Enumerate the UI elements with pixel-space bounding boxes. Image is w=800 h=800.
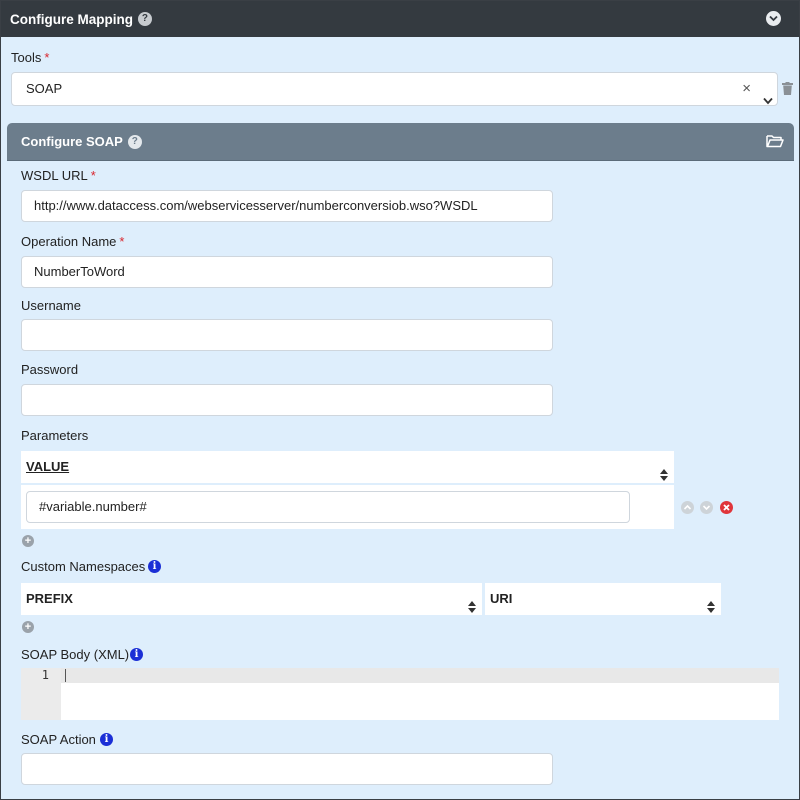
required-marker: * (44, 50, 50, 65)
text-cursor (65, 669, 66, 682)
soap-card-title: Configure SOAP (21, 134, 123, 149)
required-marker: * (119, 234, 125, 249)
soap-action-label: SOAP Action (21, 732, 96, 747)
collapse-chevron-icon[interactable] (766, 11, 781, 26)
parameters-label: Parameters (21, 428, 89, 443)
soap-body-label: SOAP Body (XML) (21, 647, 130, 662)
chevron-down-icon[interactable] (763, 85, 773, 117)
active-line-highlight (21, 668, 779, 683)
line-number: 1 (41, 668, 49, 682)
panel-title: Configure Mapping (10, 11, 133, 27)
password-label: Password (21, 362, 79, 377)
folder-open-icon[interactable] (766, 134, 784, 151)
clear-icon[interactable]: × (742, 73, 751, 105)
trash-icon[interactable] (782, 82, 793, 98)
info-icon[interactable]: i (100, 733, 113, 746)
required-marker: * (90, 168, 96, 183)
help-icon[interactable]: ? (137, 12, 152, 26)
parameter-value-input[interactable]: #variable.number# (26, 491, 630, 523)
prefix-column-header[interactable]: PREFIX (21, 583, 482, 615)
wsdl-url-input[interactable]: http://www.dataccess.com/webservicesserv… (21, 190, 553, 222)
sort-icon[interactable] (707, 593, 715, 625)
sort-icon[interactable] (468, 593, 476, 625)
table-row: #variable.number# (21, 485, 674, 529)
add-namespace-icon[interactable]: + (22, 621, 34, 633)
help-icon[interactable]: ? (127, 134, 142, 149)
configure-mapping-panel: Configure Mapping ? Tools * SOAP × Config… (0, 0, 800, 800)
password-input[interactable] (21, 384, 553, 416)
tools-selected-value: SOAP (26, 81, 63, 96)
tools-label: Tools * (11, 50, 50, 65)
uri-column-header[interactable]: URI (485, 583, 721, 615)
custom-namespaces-label: Custom Namespaces (21, 559, 146, 574)
soap-action-input[interactable] (21, 753, 553, 785)
wsdl-url-label: WSDL URL * (21, 168, 96, 183)
soap-card-header: Configure SOAP ? (7, 123, 794, 161)
operation-name-label: Operation Name * (21, 234, 125, 249)
username-input[interactable] (21, 319, 553, 351)
remove-row-icon[interactable] (720, 501, 733, 514)
panel-header: Configure Mapping ? (1, 1, 799, 37)
operation-name-input[interactable]: NumberToWord (21, 256, 553, 288)
tools-select[interactable]: SOAP × (11, 72, 778, 106)
move-up-icon[interactable] (681, 501, 694, 514)
soap-body-editor[interactable]: 1 (21, 668, 779, 720)
move-down-icon[interactable] (700, 501, 713, 514)
info-icon[interactable]: i (148, 560, 161, 573)
username-label: Username (21, 298, 81, 313)
add-parameter-icon[interactable]: + (22, 535, 34, 547)
info-icon[interactable]: i (130, 648, 143, 661)
value-column-header[interactable]: VALUE (21, 451, 674, 483)
line-number-gutter: 1 (21, 668, 61, 720)
